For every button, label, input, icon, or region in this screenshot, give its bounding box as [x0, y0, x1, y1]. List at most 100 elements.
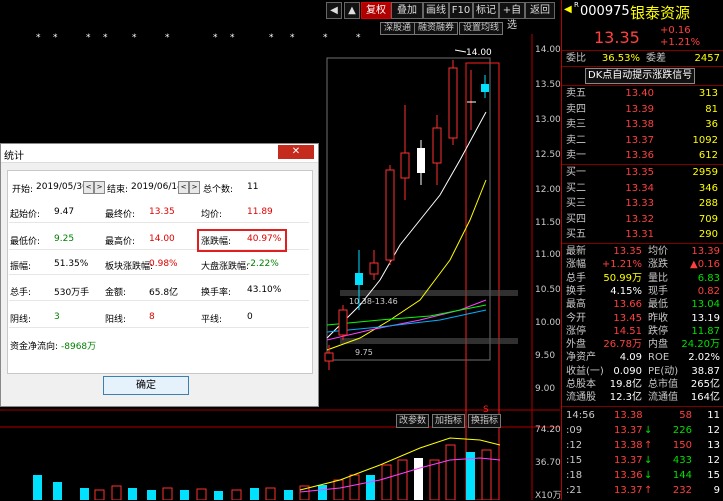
tick-price: 13.36 — [614, 470, 643, 481]
row-divider — [9, 300, 309, 301]
quote-value: 50.99万 — [603, 272, 642, 284]
quote-row: 今开 13.45 昨收 13.19 — [562, 312, 723, 326]
start-prev-button[interactable]: < — [83, 181, 94, 194]
row-divider — [9, 274, 309, 275]
dialog-titlebar[interactable]: 统计 ✕ — [1, 144, 318, 163]
order-volume: 1092 — [692, 134, 718, 146]
draw-line-button[interactable]: 画线 — [423, 2, 449, 19]
low-annotation: 9.75 — [355, 348, 373, 357]
buy-row[interactable]: 买四 13.32 709 — [562, 213, 723, 227]
quote-row: 外盘 26.78万 内盘 24.20万 — [562, 338, 723, 352]
sell-row[interactable]: 卖四 13.39 81 — [562, 103, 723, 117]
quote-row: 净资产 4.09 ROE 2.02% — [562, 351, 723, 365]
quote-value: 11.87 — [691, 325, 720, 337]
svg-text:*: * — [269, 33, 274, 43]
dk-signal-button[interactable]: DK点自动提示涨跌信号 — [585, 68, 696, 84]
edit-params-button[interactable]: 改参数 — [396, 414, 430, 428]
order-level-label: 卖一 — [566, 150, 586, 161]
prev-stock-icon[interactable]: ◀ — [564, 4, 572, 15]
end-next-button[interactable]: > — [189, 181, 200, 194]
sell-row[interactable]: 卖三 13.38 36 — [562, 118, 723, 132]
quote-value: 4.15% — [610, 285, 642, 297]
add-indicator-button[interactable]: 加指标 — [432, 414, 466, 428]
high-annotation: 14.00 — [466, 48, 492, 58]
quote-value: 2.02% — [688, 352, 720, 364]
f10-button[interactable]: F10 — [449, 2, 473, 19]
quote-value: 38.87 — [691, 365, 720, 377]
svg-text:*: * — [103, 33, 108, 43]
order-price: 13.38 — [625, 119, 654, 130]
quote-value: 4.09 — [619, 352, 642, 364]
up-icon[interactable]: ▲ — [344, 2, 360, 19]
tick-volume: 58 — [679, 410, 692, 421]
quote-label: 量比 — [648, 272, 668, 284]
price-tick: 14.00 — [535, 45, 561, 55]
quote-value: 13.45 — [613, 312, 642, 324]
order-volume: 612 — [698, 150, 718, 161]
stat-label: 大盘涨跌幅: — [201, 262, 250, 272]
stat-value: 9.25 — [54, 234, 75, 244]
current-price: 13.35 — [594, 28, 640, 47]
mark-button[interactable]: 标记 — [473, 2, 499, 19]
order-price: 13.40 — [625, 88, 654, 99]
buy-row[interactable]: 买三 13.33 288 — [562, 197, 723, 211]
quote-value: 164亿 — [690, 392, 720, 404]
sell-row[interactable]: 卖五 13.40 313 — [562, 87, 723, 101]
quote-panel: ◀ R 000975 银泰资源 13.35 +0.16 +1.21% 委比 36… — [561, 0, 723, 500]
tick-price: 13.38 — [614, 440, 643, 451]
order-volume: 290 — [698, 229, 718, 240]
order-volume: 36 — [705, 119, 718, 130]
quote-label: 换手 — [566, 285, 586, 297]
order-price: 13.34 — [625, 182, 654, 194]
ok-button[interactable]: 确定 — [103, 376, 189, 395]
tick-arrow: ↓ — [644, 470, 653, 481]
chart-toolbar: ◀ ▲ 复权 叠加 画线 F10 标记 +自选 返回 — [0, 0, 560, 31]
quote-value: 0.82 — [697, 285, 720, 297]
fuquan-button[interactable]: 复权 — [361, 2, 391, 19]
count-label: 总个数: — [203, 185, 234, 195]
stat-label: 振幅: — [10, 262, 32, 272]
svg-text:*: * — [53, 33, 58, 43]
price-tick: 10.50 — [535, 285, 561, 295]
quote-value: 13.35 — [613, 246, 642, 257]
stat-value: 65.8亿 — [149, 288, 179, 298]
order-level-label: 买五 — [566, 229, 586, 240]
order-price: 13.31 — [625, 229, 654, 240]
order-volume: 346 — [698, 182, 718, 194]
tick-time: :12 — [566, 440, 583, 451]
quote-value: +1.21% — [601, 259, 642, 271]
sell-row[interactable]: 卖二 13.37 1092 — [562, 134, 723, 148]
order-level-label: 卖五 — [566, 88, 586, 99]
end-prev-button[interactable]: < — [178, 181, 189, 194]
tick-volume: 433 — [672, 455, 692, 466]
quote-label: 净资产 — [566, 352, 596, 364]
quote-value: ▲0.16 — [690, 259, 720, 271]
prev-icon[interactable]: ◀ — [326, 2, 342, 19]
stat-value: 11.89 — [247, 207, 273, 217]
order-price: 13.35 — [625, 167, 654, 178]
quote-value: 13.66 — [613, 299, 642, 311]
quote-value: 24.20万 — [681, 339, 720, 351]
price-tick: 12.00 — [535, 185, 561, 195]
buy-row[interactable]: 买一 13.35 2959 — [562, 166, 723, 180]
start-next-button[interactable]: > — [94, 181, 105, 194]
quote-value: 265亿 — [690, 379, 720, 390]
switch-indicator-button[interactable]: 换指标 — [468, 414, 502, 428]
order-level-label: 买二 — [566, 182, 586, 194]
price-tick: 9.00 — [535, 384, 556, 394]
price-tick: 10.00 — [535, 318, 561, 328]
buy-row[interactable]: 买二 13.34 346 — [562, 182, 723, 196]
sell-row[interactable]: 卖一 13.36 612 — [562, 149, 723, 163]
svg-text:*: * — [86, 33, 91, 43]
tick-arrow: ↓ — [644, 425, 653, 436]
code-prefix: R — [574, 1, 579, 9]
order-volume: 709 — [698, 213, 718, 225]
quote-value: 14.51 — [613, 325, 642, 337]
svg-text:*: * — [213, 33, 218, 43]
buy-row[interactable]: 买五 13.31 290 — [562, 228, 723, 242]
overlay-button[interactable]: 叠加 — [391, 2, 423, 19]
quote-label: 今开 — [566, 312, 586, 324]
close-icon[interactable]: ✕ — [278, 145, 314, 159]
add-favorite-button[interactable]: +自选 — [499, 2, 525, 31]
svg-text:*: * — [165, 33, 170, 43]
